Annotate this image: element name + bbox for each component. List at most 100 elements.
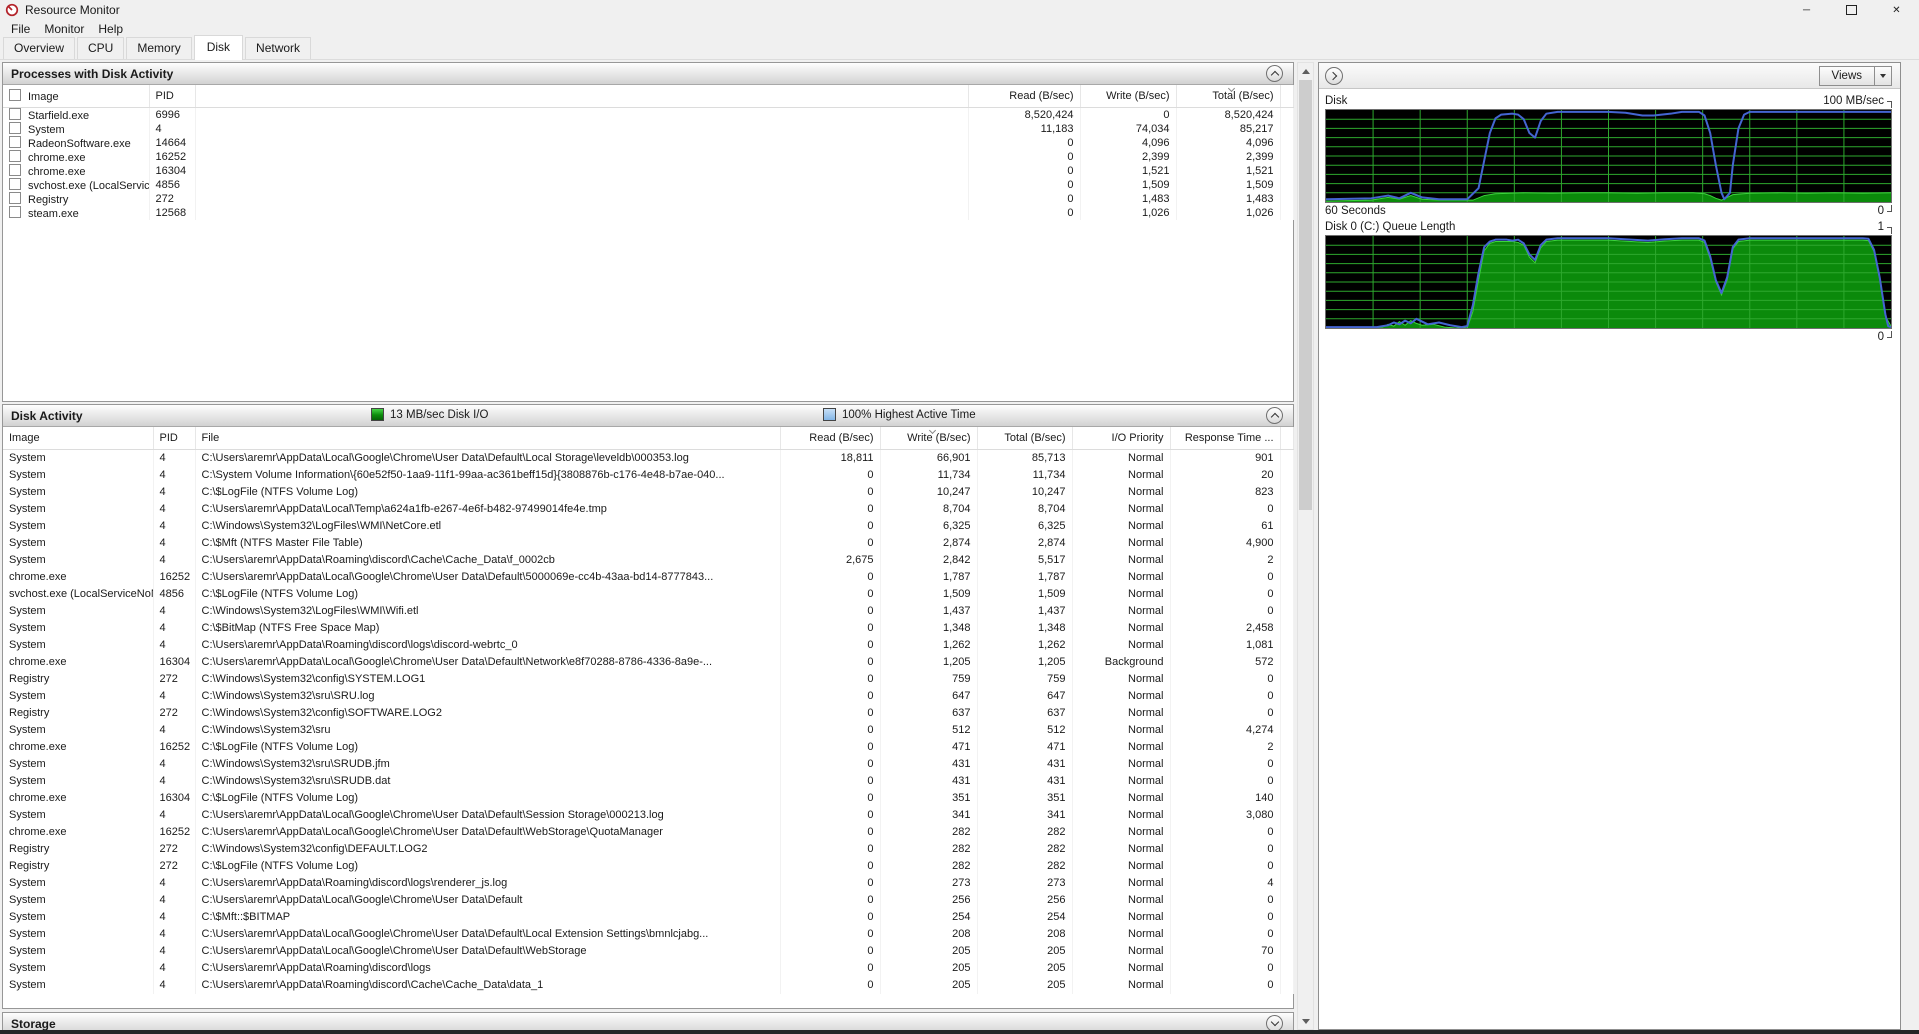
cell-read: 0	[780, 824, 880, 841]
tab-network[interactable]: Network	[245, 37, 311, 59]
process-row[interactable]: chrome.exe1625202,3992,399	[3, 150, 1293, 164]
process-total: 85,217	[1176, 122, 1280, 136]
processes-panel-header[interactable]: Processes with Disk Activity	[3, 63, 1293, 85]
cell-file: C:\$LogFile (NTFS Volume Log)	[195, 586, 780, 603]
process-row[interactable]: steam.exe1256801,0261,026	[3, 206, 1293, 220]
row-checkbox[interactable]	[9, 178, 21, 190]
left-scrollbar[interactable]	[1297, 62, 1314, 1030]
menu-item-file[interactable]: File	[4, 21, 37, 37]
cell-image: Registry	[3, 858, 153, 875]
tab-cpu[interactable]: CPU	[77, 37, 124, 59]
disk-activity-row[interactable]: chrome.exe16252C:\$LogFile (NTFS Volume …	[3, 739, 1293, 756]
disk-activity-row[interactable]: System4C:\Windows\System32\sru0512512Nor…	[3, 722, 1293, 739]
cell-file: C:\$LogFile (NTFS Volume Log)	[195, 790, 780, 807]
disk-activity-row[interactable]: svchost.exe (LocalServiceNoNet...4856C:\…	[3, 586, 1293, 603]
process-row[interactable]: svchost.exe (LocalServiceNo...485601,509…	[3, 178, 1293, 192]
cell-response-time: 0	[1170, 773, 1280, 790]
disk-activity-row[interactable]: System4C:\Users\aremr\AppData\Local\Goog…	[3, 926, 1293, 943]
disk-activity-row[interactable]: System4C:\Windows\System32\sru\SRUDB.jfm…	[3, 756, 1293, 773]
row-checkbox[interactable]	[9, 206, 21, 218]
column-header-total[interactable]: Total (B/sec)	[977, 427, 1072, 450]
disk-activity-row[interactable]: System4C:\$BitMap (NTFS Free Space Map)0…	[3, 620, 1293, 637]
process-row[interactable]: RadeonSoftware.exe1466404,0964,096	[3, 136, 1293, 150]
column-header-response-time[interactable]: Response Time ...	[1170, 427, 1280, 450]
row-checkbox[interactable]	[9, 136, 21, 148]
scroll-up-icon[interactable]	[1298, 63, 1313, 79]
disk-activity-row[interactable]: System4C:\Users\aremr\AppData\Local\Goog…	[3, 892, 1293, 909]
disk-activity-row[interactable]: Registry272C:\Windows\System32\config\SO…	[3, 705, 1293, 722]
disk-activity-row[interactable]: System4C:\System Volume Information\{60e…	[3, 467, 1293, 484]
column-header-image[interactable]: Image	[3, 427, 153, 450]
disk-activity-row[interactable]: System4C:\$Mft (NTFS Master File Table)0…	[3, 535, 1293, 552]
disk-activity-row[interactable]: System4C:\Users\aremr\AppData\Roaming\di…	[3, 977, 1293, 994]
cell-pid: 272	[153, 841, 195, 858]
disk-activity-row[interactable]: System4C:\Users\aremr\AppData\Local\Goog…	[3, 943, 1293, 960]
menu-item-help[interactable]: Help	[91, 21, 130, 37]
menu-item-monitor[interactable]: Monitor	[37, 21, 91, 37]
disk-activity-row[interactable]: System4C:\$Mft::$BITMAP0254254Normal0	[3, 909, 1293, 926]
disk-activity-row[interactable]: chrome.exe16252C:\Users\aremr\AppData\Lo…	[3, 569, 1293, 586]
disk-activity-row[interactable]: System4C:\$LogFile (NTFS Volume Log)010,…	[3, 484, 1293, 501]
column-header-pid[interactable]: PID	[149, 85, 195, 108]
cell-pid: 4	[153, 875, 195, 892]
close-icon[interactable]: ✕	[1874, 0, 1919, 20]
disk-activity-row[interactable]: Registry272C:\Windows\System32\config\DE…	[3, 841, 1293, 858]
disk-activity-panel-header[interactable]: Disk Activity 13 MB/sec Disk I/O 100% Hi…	[3, 405, 1293, 427]
select-all-checkbox[interactable]	[9, 89, 21, 101]
process-row[interactable]: Registry27201,4831,483	[3, 192, 1293, 206]
process-row[interactable]: System411,18374,03485,217	[3, 122, 1293, 136]
row-checkbox[interactable]	[9, 122, 21, 134]
process-row[interactable]: chrome.exe1630401,5211,521	[3, 164, 1293, 178]
column-header-read[interactable]: Read (B/sec)	[780, 427, 880, 450]
cell-file: C:\Windows\System32\config\DEFAULT.LOG2	[195, 841, 780, 858]
window-bottom-edge	[0, 1030, 1919, 1034]
collapse-chevron-up-icon[interactable]	[1266, 65, 1283, 82]
disk-activity-row[interactable]: System4C:\Users\aremr\AppData\Roaming\di…	[3, 637, 1293, 654]
disk-activity-row[interactable]: chrome.exe16304C:\Users\aremr\AppData\Lo…	[3, 654, 1293, 671]
disk-activity-row[interactable]: Registry272C:\$LogFile (NTFS Volume Log)…	[3, 858, 1293, 875]
disk-activity-row[interactable]: chrome.exe16304C:\$LogFile (NTFS Volume …	[3, 790, 1293, 807]
disk-activity-row[interactable]: System4C:\Users\aremr\AppData\Local\Temp…	[3, 501, 1293, 518]
minimize-icon[interactable]: ─	[1784, 0, 1829, 20]
column-header-total[interactable]: Total (B/sec)	[1176, 85, 1280, 108]
column-header-pid[interactable]: PID	[153, 427, 195, 450]
disk-activity-row[interactable]: System4C:\Windows\System32\sru\SRUDB.dat…	[3, 773, 1293, 790]
panel-collapse-chevron-right-icon[interactable]	[1325, 67, 1343, 85]
disk-activity-row[interactable]: System4C:\Users\aremr\AppData\Roaming\di…	[3, 875, 1293, 892]
row-checkbox[interactable]	[9, 164, 21, 176]
column-header-io-priority[interactable]: I/O Priority	[1072, 427, 1170, 450]
cell-file: C:\Users\aremr\AppData\Local\Google\Chro…	[195, 654, 780, 671]
disk-activity-row[interactable]: System4C:\Users\aremr\AppData\Local\Goog…	[3, 450, 1293, 467]
row-checkbox[interactable]	[9, 108, 21, 120]
disk-activity-row[interactable]: chrome.exe16252C:\Users\aremr\AppData\Lo…	[3, 824, 1293, 841]
cell-total: 205	[977, 943, 1072, 960]
disk-activity-row[interactable]: System4C:\Windows\System32\LogFiles\WMI\…	[3, 603, 1293, 620]
disk-activity-row[interactable]: System4C:\Windows\System32\sru\SRU.log06…	[3, 688, 1293, 705]
row-checkbox[interactable]	[9, 150, 21, 162]
disk-activity-row[interactable]: Registry272C:\Windows\System32\config\SY…	[3, 671, 1293, 688]
disk-activity-row[interactable]: System4C:\Users\aremr\AppData\Roaming\di…	[3, 552, 1293, 569]
scrollbar-thumb[interactable]	[1299, 80, 1312, 510]
tab-memory[interactable]: Memory	[126, 37, 191, 59]
views-dropdown-arrow-icon[interactable]	[1874, 67, 1891, 85]
column-header-image[interactable]: Image	[3, 85, 149, 108]
process-image: Starfield.exe	[28, 110, 89, 122]
scroll-down-icon[interactable]	[1298, 1013, 1313, 1029]
column-header-read[interactable]: Read (B/sec)	[968, 85, 1080, 108]
column-header-write[interactable]: Write (B/sec)	[1080, 85, 1176, 108]
cell-total: 11,734	[977, 467, 1072, 484]
column-header-write[interactable]: Write (B/sec)	[880, 427, 977, 450]
process-row[interactable]: Starfield.exe69968,520,42408,520,424	[3, 108, 1293, 123]
row-checkbox[interactable]	[9, 192, 21, 204]
maximize-icon[interactable]	[1829, 0, 1874, 20]
collapse-chevron-up-icon[interactable]	[1266, 407, 1283, 424]
tab-overview[interactable]: Overview	[3, 37, 75, 59]
disk-activity-row[interactable]: System4C:\Users\aremr\AppData\Local\Goog…	[3, 807, 1293, 824]
tab-disk[interactable]: Disk	[194, 35, 243, 60]
column-header-file[interactable]: File	[195, 427, 780, 450]
views-button[interactable]: Views	[1819, 66, 1892, 86]
disk-activity-row[interactable]: System4C:\Windows\System32\LogFiles\WMI\…	[3, 518, 1293, 535]
graphs-panel: Views Disk 100 MB/sec 60 Seconds	[1318, 62, 1901, 1030]
disk-activity-row[interactable]: System4C:\Users\aremr\AppData\Roaming\di…	[3, 960, 1293, 977]
process-total: 1,521	[1176, 164, 1280, 178]
